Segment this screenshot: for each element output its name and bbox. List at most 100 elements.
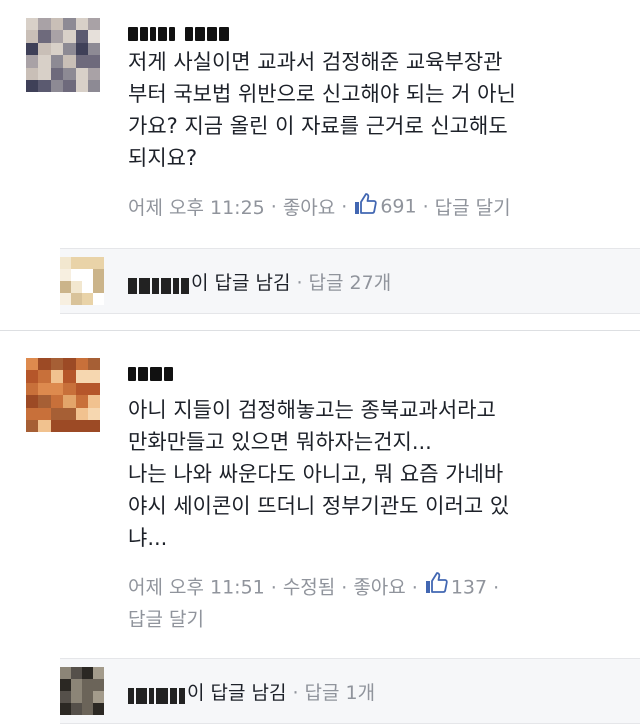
- avatar-pixel: [60, 691, 71, 703]
- avatar-pixel: [93, 679, 104, 691]
- comment-meta: 어제 오후 11:51 · 수정됨 · 좋아요 · 137 · 답글 달기: [128, 571, 505, 635]
- avatar-pixel: [75, 407, 88, 420]
- avatar-pixel: [71, 703, 82, 715]
- avatar-pixel: [26, 358, 39, 371]
- author-avatar[interactable]: [26, 358, 100, 432]
- avatar-pixel: [88, 395, 100, 408]
- avatar-pixel: [82, 703, 93, 715]
- avatar-pixel: [26, 42, 39, 56]
- avatar-pixel: [63, 30, 76, 43]
- avatar-pixel: [88, 18, 100, 31]
- avatar-pixel: [38, 420, 51, 432]
- timestamp[interactable]: 어제 오후 11:51: [128, 577, 265, 599]
- thumbs-up-icon: [353, 192, 378, 221]
- avatar-pixel: [38, 55, 51, 68]
- like-count[interactable]: 691: [380, 196, 416, 218]
- avatar-pixel: [71, 293, 82, 305]
- avatar-pixel: [50, 80, 64, 92]
- like-count[interactable]: 137: [451, 577, 487, 599]
- avatar-pixel: [26, 55, 39, 68]
- avatar-pixel: [50, 30, 64, 43]
- avatar-pixel: [88, 30, 100, 43]
- avatar-pixel: [38, 370, 51, 383]
- avatar-pixel: [26, 395, 39, 408]
- avatar-pixel: [75, 358, 88, 371]
- avatar-pixel: [71, 679, 82, 691]
- avatar-pixel: [63, 382, 76, 396]
- avatar-pixel: [26, 407, 39, 420]
- author-name[interactable]: [128, 362, 175, 386]
- reply-author-name[interactable]: [128, 275, 191, 294]
- avatar-pixel: [75, 382, 88, 396]
- avatar-pixel: [26, 370, 39, 383]
- avatar-pixel: [75, 30, 88, 43]
- avatar-pixel: [38, 18, 51, 31]
- avatar-pixel: [93, 269, 104, 281]
- avatar-pixel: [60, 269, 71, 281]
- comment-line: 되지요?: [128, 146, 198, 170]
- avatar-pixel: [38, 67, 51, 80]
- avatar-pixel: [50, 18, 64, 31]
- reply-summary[interactable]: 이 답글 남김 · 답글 27개: [60, 248, 640, 314]
- avatar-pixel: [50, 420, 64, 432]
- comment-2: 아니 지들이 검정해놓고는 종북교과서라고 만화만들고 있으면 뭐하자는건지..…: [0, 340, 640, 727]
- avatar-pixel: [38, 30, 51, 43]
- avatar-pixel: [38, 358, 51, 371]
- comment-line: 냐...: [128, 526, 168, 550]
- like-link[interactable]: 좋아요: [283, 197, 335, 219]
- avatar-pixel: [93, 257, 104, 269]
- avatar-pixel: [26, 80, 39, 92]
- comment-line: 만화만들고 있으면 뭐하자는건지...: [128, 430, 432, 454]
- avatar-pixel: [63, 18, 76, 31]
- avatar-pixel: [63, 67, 76, 80]
- avatar-pixel: [38, 42, 51, 56]
- avatar-pixel: [50, 42, 64, 56]
- reply-count[interactable]: 답글 27개: [309, 272, 392, 294]
- avatar-pixel: [26, 30, 39, 43]
- reply-author-name[interactable]: [128, 685, 187, 704]
- reply-link[interactable]: 답글 달기: [128, 609, 204, 631]
- avatar-pixel: [93, 691, 104, 703]
- comment-meta: 어제 오후 11:25 · 좋아요 · 691 · 답글 달기: [128, 192, 511, 221]
- comment-line: 아니 지들이 검정해놓고는 종북교과서라고: [128, 398, 496, 422]
- comment-line: 부터 국보법 위반으로 신고해야 되는 거 아닌: [128, 82, 516, 106]
- avatar-pixel: [88, 382, 100, 396]
- avatar-pixel: [82, 257, 93, 269]
- reply-action-text: 이 답글 남김: [191, 272, 291, 294]
- avatar-pixel: [26, 67, 39, 80]
- avatar-pixel: [75, 42, 88, 56]
- avatar-pixel: [50, 55, 64, 68]
- thumbs-up-icon: [424, 571, 448, 604]
- avatar-pixel: [26, 382, 39, 396]
- avatar-pixel: [88, 358, 100, 371]
- avatar-pixel: [82, 293, 93, 305]
- comment-1: 저게 사실이면 교과서 검정해준 교육부장관 부터 국보법 위반으로 신고해야 …: [0, 0, 640, 330]
- comment-text: 아니 지들이 검정해놓고는 종북교과서라고 만화만들고 있으면 뭐하자는건지..…: [128, 394, 628, 554]
- reply-action-text: 이 답글 남김: [187, 682, 287, 704]
- timestamp[interactable]: 어제 오후 11:25: [128, 197, 265, 219]
- avatar-pixel: [26, 18, 39, 31]
- avatar-pixel: [63, 42, 76, 56]
- reply-link[interactable]: 답글 달기: [435, 197, 511, 219]
- avatar-pixel: [38, 80, 51, 92]
- avatar-pixel: [71, 257, 82, 269]
- reply-summary[interactable]: 이 답글 남김 · 답글 1개: [60, 658, 640, 724]
- avatar-pixel: [82, 281, 93, 293]
- reply-avatar: [60, 667, 104, 715]
- avatar-pixel: [75, 18, 88, 31]
- avatar-pixel: [75, 67, 88, 80]
- avatar-pixel: [75, 420, 88, 432]
- avatar-pixel: [63, 370, 76, 383]
- avatar-pixel: [82, 667, 93, 679]
- avatar-pixel: [82, 691, 93, 703]
- avatar-pixel: [26, 420, 39, 432]
- author-avatar[interactable]: [26, 18, 100, 92]
- avatar-pixel: [63, 395, 76, 408]
- avatar-pixel: [38, 407, 51, 420]
- like-link[interactable]: 좋아요: [353, 577, 405, 599]
- avatar-pixel: [50, 370, 64, 383]
- avatar-pixel: [63, 407, 76, 420]
- reply-count[interactable]: 답글 1개: [305, 682, 376, 704]
- author-name[interactable]: [128, 22, 231, 46]
- avatar-pixel: [60, 667, 71, 679]
